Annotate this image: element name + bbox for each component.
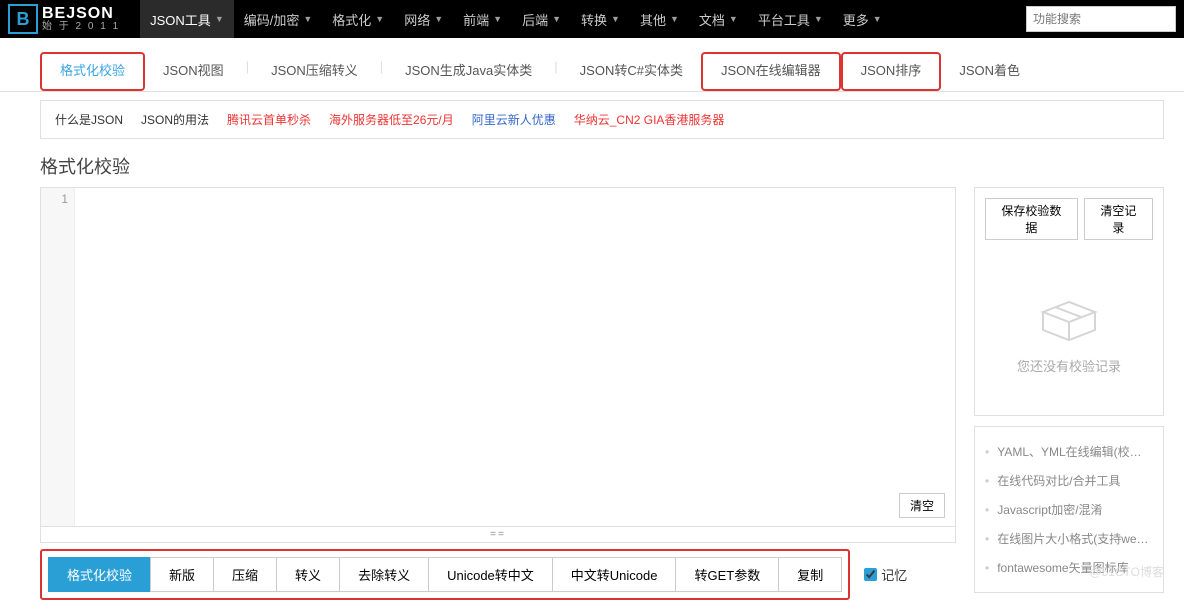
related-list: YAML、YML在线编辑(校验)器在线代码对比/合并工具Javascript加密… — [985, 437, 1153, 582]
tab-item[interactable]: JSON视图 — [145, 54, 242, 89]
tab-separator: | — [550, 59, 561, 84]
caret-down-icon: ▼ — [303, 14, 312, 24]
action-button[interactable]: 新版 — [150, 557, 213, 592]
topnav-item[interactable]: 平台工具▼ — [748, 0, 833, 38]
topnav-items: JSON工具▼编码/加密▼格式化▼网络▼前端▼后端▼转换▼其他▼文档▼平台工具▼… — [140, 0, 1026, 38]
tab-separator: | — [376, 59, 387, 84]
logo-mark: B — [8, 4, 38, 34]
empty-history-text: 您还没有校验记录 — [1017, 356, 1121, 375]
promo-link[interactable]: 海外服务器低至26元/月 — [329, 111, 454, 128]
caret-down-icon: ▼ — [552, 14, 561, 24]
caret-down-icon: ▼ — [434, 14, 443, 24]
action-button[interactable]: 格式化校验 — [48, 557, 150, 592]
clear-editor-button[interactable]: 清空 — [899, 493, 945, 518]
history-panel: 保存校验数据 清空记录 您还没有校验记录 — [974, 187, 1164, 416]
editor-gutter: 1 — [41, 188, 75, 526]
action-button[interactable]: 转义 — [276, 557, 339, 592]
json-editor[interactable]: 1 清空 — [40, 187, 956, 527]
tab-item[interactable]: JSON排序 — [841, 52, 942, 91]
resize-handle[interactable]: == — [40, 527, 956, 543]
topnav-item[interactable]: 其他▼ — [630, 0, 689, 38]
watermark: @51CTO博客 — [1089, 563, 1164, 580]
caret-down-icon: ▼ — [670, 14, 679, 24]
memory-checkbox[interactable] — [864, 568, 877, 581]
tab-item[interactable]: JSON在线编辑器 — [701, 52, 841, 91]
caret-down-icon: ▼ — [375, 14, 384, 24]
logo-text: BEJSON — [42, 6, 120, 22]
promo-link[interactable]: JSON的用法 — [141, 111, 209, 128]
topnav-item[interactable]: 网络▼ — [394, 0, 453, 38]
promo-link[interactable]: 华纳云_CN2 GIA香港服务器 — [574, 111, 725, 128]
memory-label: 记忆 — [881, 565, 907, 584]
caret-down-icon: ▼ — [873, 14, 882, 24]
action-button[interactable]: 复制 — [778, 557, 842, 592]
tab-item[interactable]: 格式化校验 — [40, 52, 145, 91]
save-validation-button[interactable]: 保存校验数据 — [985, 198, 1078, 240]
promo-link[interactable]: 腾讯云首单秒杀 — [227, 111, 311, 128]
memory-toggle[interactable]: 记忆 — [864, 565, 907, 584]
related-item[interactable]: 在线代码对比/合并工具 — [985, 466, 1153, 495]
action-button[interactable]: 压缩 — [213, 557, 276, 592]
action-button-row: 格式化校验新版压缩转义去除转义Unicode转中文中文转Unicode转GET参… — [40, 549, 850, 600]
topnav-item[interactable]: 格式化▼ — [322, 0, 394, 38]
box-icon — [1037, 290, 1101, 346]
caret-down-icon: ▼ — [493, 14, 502, 24]
caret-down-icon: ▼ — [814, 14, 823, 24]
topnav-item[interactable]: 后端▼ — [512, 0, 571, 38]
logo-subtitle: 始 于 2 0 1 1 — [42, 22, 120, 32]
related-item[interactable]: 在线图片大小格式(支持webp... — [985, 524, 1153, 553]
topnav-item[interactable]: 转换▼ — [571, 0, 630, 38]
action-button[interactable]: 转GET参数 — [675, 557, 778, 592]
clear-history-button[interactable]: 清空记录 — [1084, 198, 1153, 240]
action-button[interactable]: 去除转义 — [339, 557, 428, 592]
tabs-row: 格式化校验JSON视图|JSON压缩转义|JSON生成Java实体类|JSON转… — [0, 38, 1184, 92]
caret-down-icon: ▼ — [611, 14, 620, 24]
promo-link[interactable]: 阿里云新人优惠 — [472, 111, 556, 128]
related-item[interactable]: YAML、YML在线编辑(校验)器 — [985, 437, 1153, 466]
tab-item[interactable]: JSON着色 — [941, 54, 1038, 89]
promo-link[interactable]: 什么是JSON — [55, 111, 123, 128]
top-navbar: B BEJSON 始 于 2 0 1 1 JSON工具▼编码/加密▼格式化▼网络… — [0, 0, 1184, 38]
caret-down-icon: ▼ — [215, 14, 224, 24]
related-item[interactable]: Javascript加密/混淆 — [985, 495, 1153, 524]
editor-textarea[interactable] — [75, 188, 955, 526]
topnav-item[interactable]: JSON工具▼ — [140, 0, 234, 38]
tab-item[interactable]: JSON转C#实体类 — [562, 54, 701, 89]
promo-links-row: 什么是JSON JSON的用法 腾讯云首单秒杀 海外服务器低至26元/月 阿里云新人优惠… — [40, 100, 1164, 139]
tab-item[interactable]: JSON压缩转义 — [253, 54, 376, 89]
page-title: 格式化校验 — [40, 153, 1164, 179]
caret-down-icon: ▼ — [729, 14, 738, 24]
topnav-item[interactable]: 编码/加密▼ — [234, 0, 323, 38]
topnav-item[interactable]: 前端▼ — [453, 0, 512, 38]
action-button[interactable]: 中文转Unicode — [552, 557, 676, 592]
search-input[interactable] — [1026, 6, 1176, 32]
tab-item[interactable]: JSON生成Java实体类 — [387, 54, 550, 89]
tab-separator: | — [242, 59, 253, 84]
topnav-item[interactable]: 更多▼ — [833, 0, 892, 38]
empty-history: 您还没有校验记录 — [985, 260, 1153, 405]
search-box — [1026, 6, 1176, 32]
action-button[interactable]: Unicode转中文 — [428, 557, 552, 592]
logo[interactable]: B BEJSON 始 于 2 0 1 1 — [8, 4, 120, 34]
topnav-item[interactable]: 文档▼ — [689, 0, 748, 38]
